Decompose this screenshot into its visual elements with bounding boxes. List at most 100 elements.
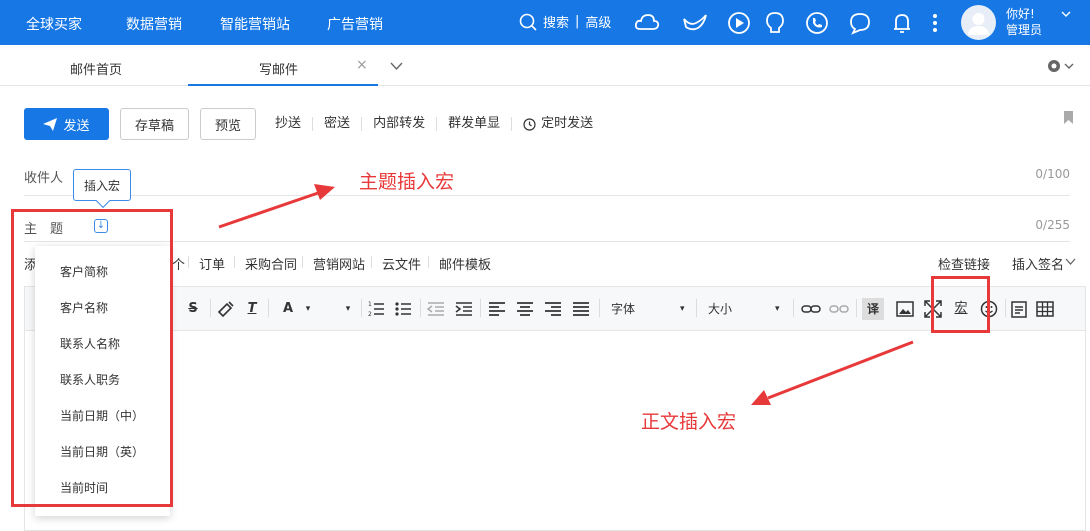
mail-body-editor[interactable]: S T A ▾ ▾ 12 字体 ▾ 大小 ▾ 译 宏 [24,286,1086,531]
divider [361,299,362,317]
more-icon[interactable] [922,10,948,36]
user-info[interactable]: 你好! 管理员 [1006,6,1042,38]
nav-data-marketing[interactable]: 数据营销 [126,14,182,34]
user-icon [968,13,989,35]
mass-single-display-link[interactable]: 群发单显 [436,117,511,131]
attach-option-partial[interactable]: 个 [172,254,185,273]
divider [302,256,303,268]
search-icon[interactable] [519,13,537,31]
clock-icon [523,117,536,131]
font-family-chevron-icon[interactable]: ▾ [680,298,685,320]
attach-options-row: 添 个 订单 采购合同 营销网站 云文件 邮件模板 检查链接 插入签名 [24,250,1076,274]
attach-marketing-site[interactable]: 营销网站 [313,254,365,273]
bell-icon[interactable] [889,10,915,36]
bookmark-icon[interactable] [1064,111,1073,124]
bird-icon[interactable] [682,10,708,36]
template-icon[interactable] [1008,298,1030,320]
send-icon [43,117,58,131]
font-family-select[interactable]: 字体 [611,298,635,320]
cc-link[interactable]: 抄送 [264,117,312,131]
translate-icon[interactable]: 译 [862,298,884,320]
align-right-icon[interactable] [542,298,564,320]
outdent-icon[interactable] [425,298,447,320]
recipient-label: 收件人 [24,171,64,186]
align-left-icon[interactable] [486,298,508,320]
divider [210,299,211,317]
attach-cloud-file[interactable]: 云文件 [382,254,421,273]
signature-chevron-icon[interactable] [1065,258,1076,265]
subject-macro-highlight-box [11,209,173,507]
unordered-list-icon[interactable] [393,298,415,320]
internal-forward-link[interactable]: 内部转发 [361,117,436,131]
tab-list-chevron-icon[interactable] [390,62,403,71]
image-icon[interactable] [894,298,916,320]
clear-format-icon[interactable]: T [241,298,263,320]
subject-macro-annotation: 主题插入宏 [359,171,455,193]
schedule-send-label: 定时发送 [541,116,594,131]
search-divider: | [575,14,580,29]
settings-gear-icon[interactable] [1046,58,1076,74]
editor-toolbar: S T A ▾ ▾ 12 字体 ▾ 大小 ▾ 译 宏 [25,287,1085,331]
bcc-link[interactable]: 密送 [312,117,361,131]
align-center-icon[interactable] [514,298,536,320]
chat-icon[interactable] [847,10,873,36]
divider [234,256,235,268]
bulb-icon[interactable] [762,10,788,36]
phone-icon[interactable] [804,10,830,36]
play-icon[interactable] [726,10,752,36]
font-size-chevron-icon[interactable]: ▾ [775,298,780,320]
search-area: 搜索 | 高级 [519,12,611,31]
tab-bar: 邮件首页 写邮件 × [0,46,1090,86]
avatar[interactable] [961,5,996,40]
subject-row[interactable]: 主 题 0/255 [24,196,1070,242]
active-tab-indicator [188,84,378,86]
schedule-send-link[interactable]: 定时发送 [511,117,604,131]
body-macro-annotation: 正文插入宏 [641,411,737,433]
send-button[interactable]: 发送 [24,108,109,140]
font-color-icon[interactable]: A [277,298,299,320]
tab-compose[interactable]: 写邮件 [259,59,298,78]
nav-ad-marketing[interactable]: 广告营销 [327,14,383,34]
divider [420,299,421,317]
preview-button[interactable]: 预览 [200,108,257,140]
font-size-select[interactable]: 大小 [708,298,732,320]
cloud-icon[interactable] [634,10,660,36]
attach-mail-template[interactable]: 邮件模板 [439,254,491,273]
search-link[interactable]: 搜索 [543,12,569,31]
indent-icon[interactable] [453,298,475,320]
advanced-search-link[interactable]: 高级 [585,12,611,31]
divider [1005,299,1006,317]
nav-smart-marketing-site[interactable]: 智能营销站 [220,14,290,34]
attach-order[interactable]: 订单 [199,254,225,273]
divider [371,256,372,268]
nav-global-buyers[interactable]: 全球买家 [26,14,82,34]
divider [268,299,269,317]
format-painter-icon[interactable] [215,298,237,320]
unlink-icon[interactable] [828,298,850,320]
ordered-list-icon[interactable]: 12 [366,298,388,320]
divider [856,299,857,317]
table-icon[interactable] [1034,298,1056,320]
link-icon[interactable] [800,298,822,320]
insert-macro-tooltip: 插入宏 [73,169,131,201]
user-menu-chevron-icon[interactable] [1061,10,1071,18]
check-links-button[interactable]: 检查链接 [938,254,990,273]
tab-close-icon[interactable]: × [356,57,368,73]
compose-toolbar: 发送 存草稿 预览 抄送 密送 内部转发 群发单显 定时发送 [24,108,604,140]
recipient-row[interactable]: 收件人 0/100 [24,150,1070,196]
user-role: 管理员 [1006,23,1043,37]
body-macro-highlight-box [931,276,990,333]
user-greeting: 你好! [1006,7,1035,21]
strikethrough-icon[interactable]: S [182,298,204,320]
subject-counter: 0/255 [1035,218,1070,232]
insert-signature-button[interactable]: 插入签名 [1012,254,1064,273]
divider [696,299,697,317]
attach-purchase-contract[interactable]: 采购合同 [245,254,297,273]
align-justify-icon[interactable] [570,298,592,320]
divider [480,299,481,317]
save-draft-button[interactable]: 存草稿 [120,108,190,140]
background-color-chevron-icon[interactable]: ▾ [337,298,359,320]
divider [793,299,794,317]
font-color-chevron-icon[interactable]: ▾ [297,298,319,320]
tab-mail-home[interactable]: 邮件首页 [70,59,122,78]
